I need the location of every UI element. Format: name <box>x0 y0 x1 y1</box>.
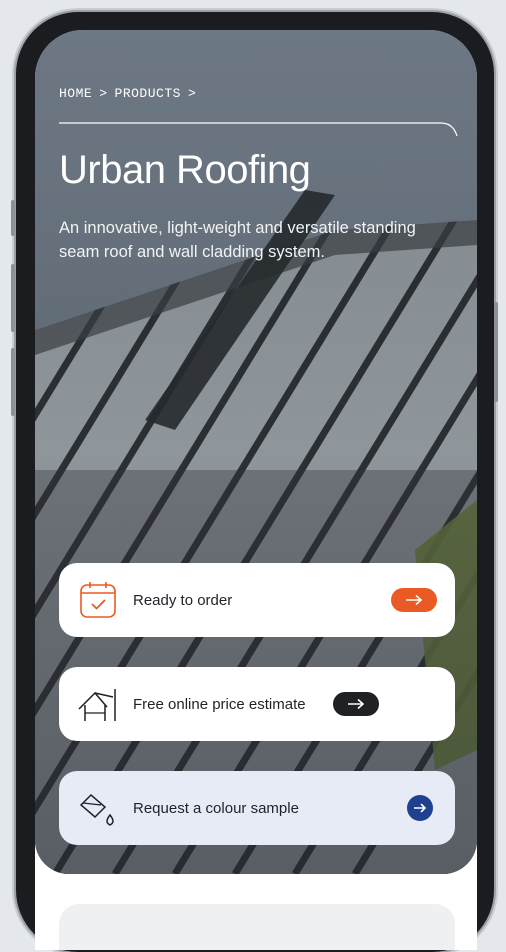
price-estimate-label: Free online price estimate <box>133 695 306 713</box>
breadcrumb-home[interactable]: HOME <box>59 86 92 101</box>
phone-side-button <box>11 200 15 236</box>
ready-to-order-card[interactable]: Ready to order <box>59 563 455 637</box>
colour-sample-label: Request a colour sample <box>133 799 299 817</box>
page-description: An innovative, light-weight and versatil… <box>59 219 416 261</box>
title-divider <box>59 122 458 137</box>
arrow-right-icon <box>414 803 427 813</box>
phone-power-button <box>494 302 498 402</box>
house-roof-icon <box>78 689 116 721</box>
breadcrumb-separator: > <box>99 86 108 101</box>
calendar-check-icon <box>80 582 116 618</box>
phone-volume-up-button <box>11 264 15 332</box>
breadcrumb: HOME > PRODUCTS > <box>59 86 203 101</box>
phone-volume-down-button <box>11 348 15 416</box>
price-estimate-card[interactable]: Free online price estimate <box>59 667 455 741</box>
paint-swatch-icon <box>79 793 114 826</box>
breadcrumb-separator: > <box>187 86 197 101</box>
page-title: Urban Roofing <box>59 148 311 192</box>
breadcrumb-products[interactable]: PRODUCTS <box>115 86 181 101</box>
price-estimate-button[interactable] <box>333 692 379 716</box>
next-section-card <box>59 904 455 950</box>
hero-section: HOME > PRODUCTS > Urban Roofing An innovati… <box>35 30 477 874</box>
phone-screen: HOME > PRODUCTS > Urban Roofing An innovati… <box>35 30 477 950</box>
ready-to-order-label: Ready to order <box>133 591 233 609</box>
colour-sample-card[interactable]: Request a colour sample <box>59 771 455 845</box>
arrow-right-icon <box>406 594 423 606</box>
arrow-right-icon <box>348 698 365 710</box>
colour-sample-button[interactable] <box>407 795 433 821</box>
ready-to-order-button[interactable] <box>391 588 437 612</box>
